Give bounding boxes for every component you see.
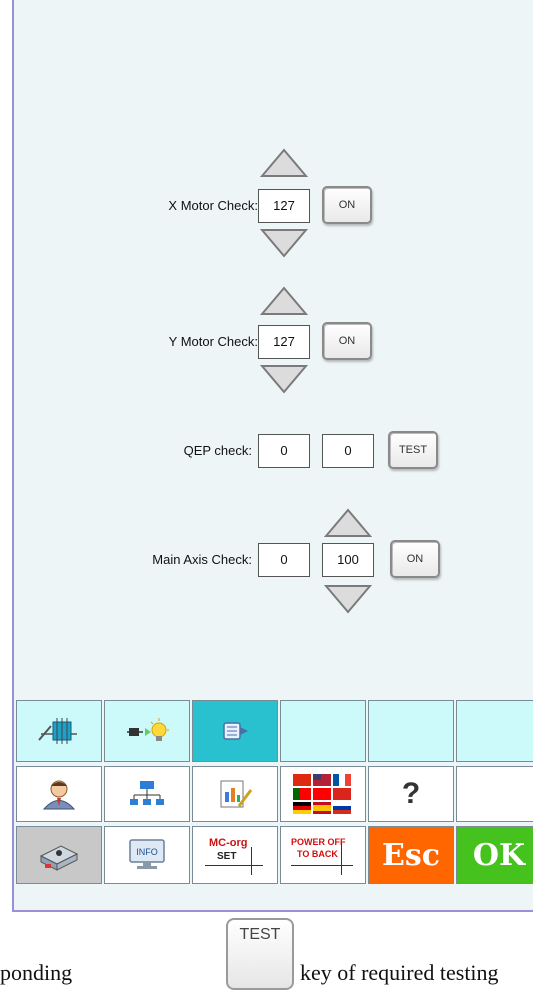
report-edit-icon	[220, 780, 253, 808]
power-off-to-back-button[interactable]: POWER OFF TO BACK	[280, 826, 366, 884]
main-axis-increase-arrow[interactable]	[324, 508, 372, 538]
mc-org-set-button[interactable]: MC-org SET	[192, 826, 278, 884]
power-off-line2: TO BACK	[297, 849, 338, 859]
info-monitor-icon: INFO	[129, 839, 165, 869]
qep-label: QEP check:	[183, 443, 252, 458]
user-button[interactable]	[16, 766, 102, 822]
info-button[interactable]: INFO	[104, 826, 190, 884]
tab-empty-1[interactable]	[280, 700, 366, 762]
x-motor-on-button[interactable]: ON	[322, 186, 372, 224]
mc-org-line1: MC-org	[209, 837, 248, 849]
main-axis-decrease-arrow[interactable]	[324, 584, 372, 614]
qep-value-2: 0	[322, 434, 374, 468]
tab-sensor-light[interactable]	[104, 700, 190, 762]
mc-org-line2: SET	[217, 851, 237, 862]
language-flags-icon	[293, 774, 351, 814]
circuit-board-icon	[38, 718, 77, 744]
mc-org-set-graphic: MC-org SET	[205, 835, 265, 875]
empty-button[interactable]	[456, 766, 533, 822]
caption-after: key of required testing	[300, 960, 499, 985]
x-motor-decrease-arrow[interactable]	[260, 228, 308, 258]
machine-button[interactable]	[16, 826, 102, 884]
motor-check-panel: X Motor Check: 127 ON Y Motor Check: 127…	[12, 0, 533, 912]
qep-test-button[interactable]: TEST	[388, 431, 438, 469]
language-button[interactable]	[280, 766, 366, 822]
main-axis-on-button[interactable]: ON	[390, 540, 440, 578]
esc-label: Esc	[381, 837, 441, 873]
x-motor-label: X Motor Check:	[168, 198, 258, 213]
y-motor-value[interactable]: 127	[258, 325, 310, 359]
main-axis-value-1: 0	[258, 543, 310, 577]
tab-circuit-board[interactable]	[16, 700, 102, 762]
y-motor-label: Y Motor Check:	[168, 334, 258, 349]
qep-value-1: 0	[258, 434, 310, 468]
power-off-line1: POWER OFF	[291, 837, 346, 847]
motor-icon	[223, 722, 248, 740]
esc-button[interactable]: Esc	[368, 826, 454, 884]
main-axis-label: Main Axis Check:	[152, 552, 252, 567]
caption-before: ponding	[0, 960, 73, 985]
ok-button[interactable]: OK	[456, 826, 533, 884]
test-key-illustration: TEST	[226, 918, 294, 990]
help-button[interactable]: ?	[368, 766, 454, 822]
network-icon	[130, 781, 164, 805]
machine-icon	[39, 845, 79, 871]
x-motor-value[interactable]: 127	[258, 189, 310, 223]
x-motor-increase-arrow[interactable]	[260, 148, 308, 178]
network-button[interactable]	[104, 766, 190, 822]
info-icon-text: INFO	[136, 847, 158, 857]
main-axis-value-2[interactable]: 100	[322, 543, 374, 577]
help-question-icon: ?	[401, 777, 421, 810]
sensor-light-icon	[127, 718, 169, 741]
tab-empty-3[interactable]	[456, 700, 533, 762]
user-icon	[42, 780, 76, 810]
y-motor-on-button[interactable]: ON	[322, 322, 372, 360]
report-button[interactable]	[192, 766, 278, 822]
power-off-graphic: POWER OFF TO BACK	[291, 835, 355, 875]
tab-motor[interactable]	[192, 700, 278, 762]
y-motor-increase-arrow[interactable]	[260, 286, 308, 316]
tab-empty-2[interactable]	[368, 700, 454, 762]
ok-label: OK	[472, 837, 526, 873]
y-motor-decrease-arrow[interactable]	[260, 364, 308, 394]
